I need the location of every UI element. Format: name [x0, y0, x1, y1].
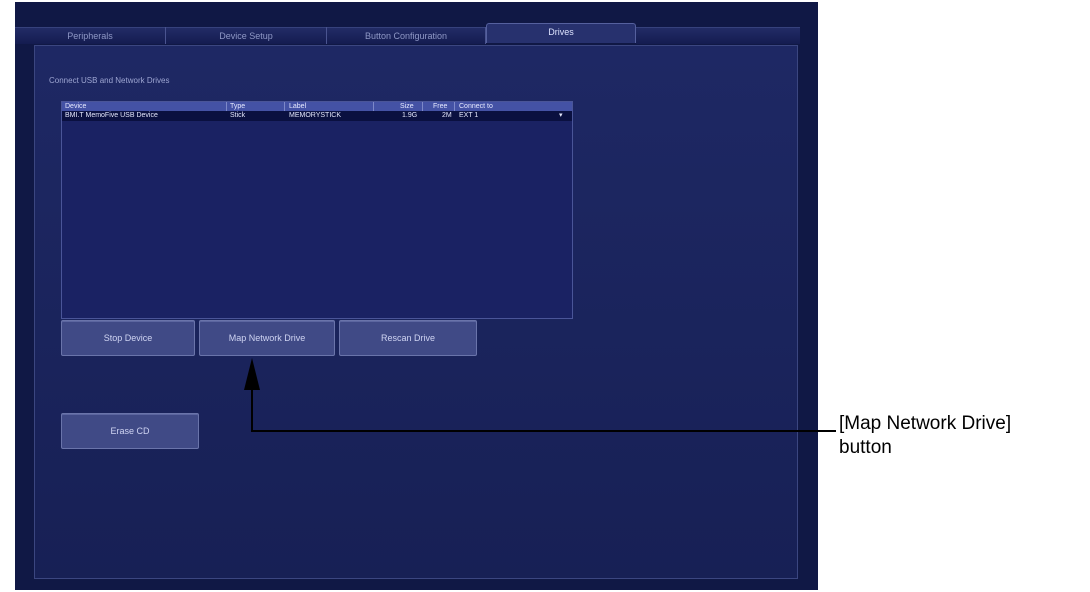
callout-line [251, 388, 836, 432]
annotation-line-1: [Map Network Drive] [839, 413, 1012, 434]
annotation-label: [Map Network Drive] button [839, 412, 1011, 460]
arrow-head-icon [244, 358, 260, 390]
annotation-line-2: button [839, 437, 892, 458]
annotation-callout [244, 358, 836, 432]
